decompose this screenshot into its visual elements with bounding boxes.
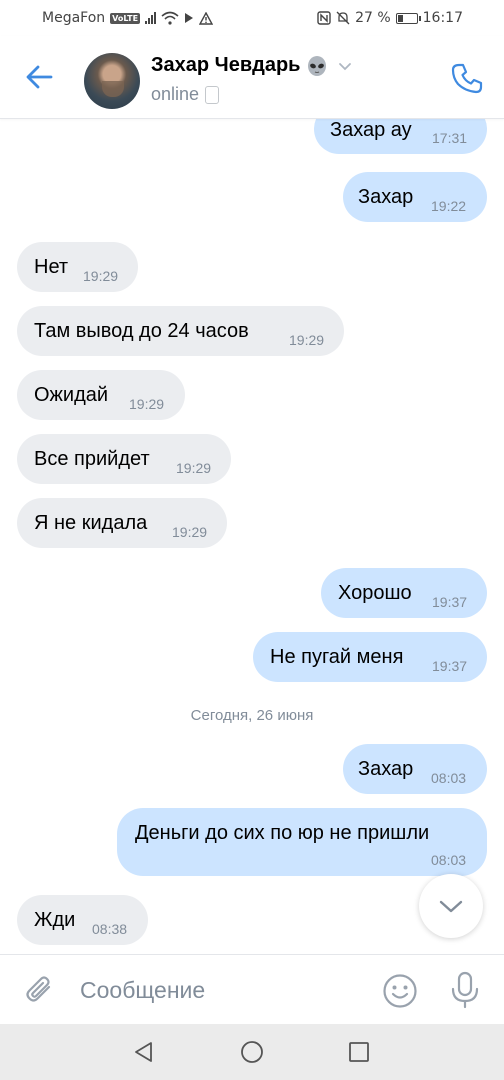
message-bubble-outgoing[interactable]: Захар 08:03 [343, 744, 487, 794]
battery-icon [395, 12, 421, 24]
system-nav-bar [0, 1024, 504, 1080]
message-text: Там вывод до 24 часов [34, 320, 249, 342]
chevron-down-icon [439, 900, 463, 913]
message-text: Все прийдет [34, 448, 150, 470]
message-text: Захар [358, 186, 414, 208]
nfc-icon [317, 11, 331, 25]
message-text: Нет [34, 256, 69, 278]
nav-recent-apps-icon[interactable] [348, 1041, 370, 1063]
message-bubble-outgoing[interactable]: Захар ау 17:31 [314, 118, 487, 154]
message-text: Захар ау [330, 119, 412, 141]
message-bubble-incoming[interactable]: Все прийдет 19:29 [17, 434, 231, 484]
message-text: Не пугай меня [270, 646, 404, 668]
message-time: 19:29 [172, 524, 208, 540]
message-time: 08:38 [92, 921, 128, 937]
call-icon[interactable] [450, 62, 484, 96]
message-time: 08:03 [431, 852, 467, 868]
message-time: 08:03 [431, 770, 467, 786]
microphone-icon[interactable] [448, 971, 482, 1009]
message-bubble-incoming[interactable]: Ожидай 19:29 [17, 370, 185, 420]
avatar[interactable] [84, 53, 140, 109]
date-separator: Сегодня, 26 июня [190, 707, 314, 724]
message-bubble-outgoing[interactable]: Хорошо 19:37 [321, 568, 487, 618]
carrier-label: MegaFon [42, 10, 106, 26]
contact-name-row[interactable]: Захар Чевдарь [151, 54, 352, 77]
message-time: 19:29 [176, 460, 212, 476]
volte-badge: VoLTE [110, 12, 141, 24]
message-time: 19:29 [83, 268, 119, 284]
message-time: 19:29 [289, 332, 325, 348]
play-icon [185, 13, 194, 23]
message-time: 19:29 [129, 396, 165, 412]
chevron-down-icon[interactable] [338, 59, 352, 73]
signal-icon [145, 12, 157, 24]
nav-back-icon[interactable] [132, 1040, 156, 1064]
message-text: Хорошо [338, 582, 412, 604]
message-time: 17:31 [432, 130, 468, 146]
scroll-down-button[interactable] [419, 874, 483, 938]
clock: 16:17 [422, 10, 463, 26]
nav-home-icon[interactable] [240, 1040, 264, 1064]
message-input[interactable]: Сообщение [80, 973, 360, 1007]
mobile-device-icon [205, 85, 220, 104]
message-bubble-outgoing[interactable]: Захар 19:22 [343, 172, 487, 222]
status-bar: MegaFon VoLTE 27 % 16:17 [0, 0, 504, 36]
message-text: Захар [358, 758, 414, 780]
wifi-icon [161, 11, 179, 25]
chat-header: Захар Чевдарь online [0, 36, 504, 119]
warning-icon [199, 11, 214, 25]
message-bubble-incoming[interactable]: Там вывод до 24 часов 19:29 [17, 306, 344, 356]
alien-emoji-icon [308, 55, 327, 76]
message-bubble-outgoing[interactable]: Деньги до сих по юр не пришли 08:03 [117, 808, 487, 876]
message-bubble-incoming[interactable]: Жди 08:38 [17, 895, 148, 945]
message-bubble-outgoing[interactable]: Не пугай меня 19:37 [253, 632, 487, 682]
message-time: 19:22 [431, 198, 467, 214]
message-bubble-incoming[interactable]: Нет 19:29 [17, 242, 138, 292]
contact-name: Захар Чевдарь [151, 54, 301, 76]
back-arrow-icon[interactable] [24, 62, 54, 92]
message-time: 19:37 [432, 658, 468, 674]
paperclip-icon[interactable] [22, 973, 56, 1007]
message-text: Я не кидала [34, 512, 148, 534]
status-text: online [151, 84, 200, 104]
message-text: Жди [34, 909, 76, 931]
message-text: Деньги до сих по юр не пришли [135, 822, 430, 844]
message-composer: Сообщение [0, 954, 504, 1025]
battery-percent: 27 % [355, 10, 391, 26]
message-text: Ожидай [34, 384, 109, 406]
mute-bell-icon [336, 11, 350, 25]
presence-status: online [151, 84, 220, 105]
message-time: 19:37 [432, 594, 468, 610]
message-list[interactable]: Захар ау 17:31 Захар 19:22 Нет 19:29 Там… [0, 118, 504, 954]
message-bubble-incoming[interactable]: Я не кидала 19:29 [17, 498, 227, 548]
emoji-smile-icon[interactable] [382, 973, 418, 1009]
